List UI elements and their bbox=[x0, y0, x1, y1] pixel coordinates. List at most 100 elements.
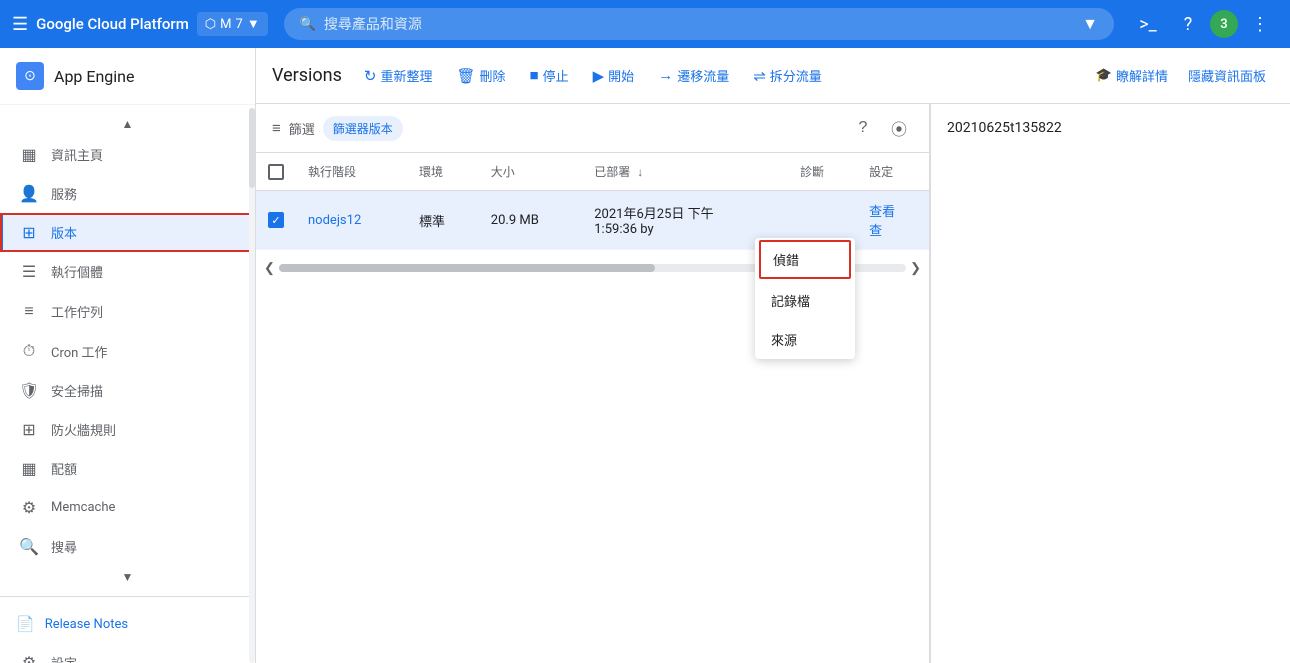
help-button[interactable]: ? bbox=[1170, 6, 1206, 42]
filter-help-icon: ? bbox=[859, 119, 868, 137]
sidebar-item-task-queues[interactable]: ≡ 工作佇列 bbox=[0, 291, 255, 331]
sidebar-item-label: 防火牆規則 bbox=[51, 420, 116, 439]
versions-icon: ⊞ bbox=[19, 223, 39, 242]
filter-help-button[interactable]: ? bbox=[849, 114, 877, 142]
sidebar-item-quotas[interactable]: ▦ 配額 bbox=[0, 449, 255, 488]
horizontal-scrollbar-thumb bbox=[279, 264, 655, 272]
migrate-label: 遷移流量 bbox=[677, 66, 729, 85]
filter-chip-versions[interactable]: 篩選器版本 bbox=[323, 116, 403, 141]
row-checkbox-cell[interactable]: ✓ bbox=[256, 191, 296, 250]
col-deployed[interactable]: 已部署 ↓ bbox=[582, 153, 788, 191]
start-button[interactable]: ▶ 開始 bbox=[583, 60, 645, 91]
row-runtime-link[interactable]: nodejs12 bbox=[308, 213, 361, 228]
refresh-icon: ↻ bbox=[364, 67, 377, 85]
col-size: 大小 bbox=[479, 153, 582, 191]
search-nav-icon: 🔍 bbox=[19, 537, 39, 556]
row-checkbox[interactable]: ✓ bbox=[268, 212, 284, 228]
deployed-time: 1:59:36 by bbox=[594, 222, 776, 237]
dropdown-item-logs[interactable]: 記錄檔 bbox=[755, 281, 855, 320]
hide-panel-link[interactable]: 隱藏資訊面板 bbox=[1180, 60, 1274, 91]
dropdown-item-source[interactable]: 來源 bbox=[755, 320, 855, 359]
sidebar-item-label: Memcache bbox=[51, 500, 115, 515]
dropdown-item-debug[interactable]: 偵錯 bbox=[759, 240, 851, 279]
migrate-button[interactable]: → 遷移流量 bbox=[648, 60, 739, 91]
sidebar-item-label: 安全掃描 bbox=[51, 381, 103, 400]
sidebar-nav: ▲ ▦ 資訊主頁 👤 服務 ⊞ 版本 ☰ 執行個體 ≡ 工作佇列 bbox=[0, 105, 255, 596]
brand-title: Google Cloud Platform bbox=[36, 15, 189, 33]
learn-more-label: 瞭解詳情 bbox=[1116, 66, 1168, 85]
filter-actions: ? ⦿ bbox=[849, 114, 913, 142]
scroll-right-icon[interactable]: ❯ bbox=[910, 261, 921, 276]
stop-button[interactable]: ■ 停止 bbox=[520, 60, 579, 91]
sidebar-item-label: 執行個體 bbox=[51, 262, 103, 281]
search-expand-icon[interactable]: ▼ bbox=[1082, 14, 1098, 34]
col-diagnostics: 診斷 bbox=[788, 153, 857, 191]
sidebar-item-memcache[interactable]: ⚙ Memcache bbox=[0, 488, 255, 527]
sidebar-item-services[interactable]: 👤 服務 bbox=[0, 174, 255, 213]
sidebar-item-settings[interactable]: ⚙ 設定 bbox=[0, 643, 255, 663]
table-section: ≡ 篩選 篩選器版本 ? ⦿ bbox=[256, 104, 930, 663]
select-all-checkbox[interactable] bbox=[268, 164, 284, 180]
task-queues-icon: ≡ bbox=[19, 301, 39, 321]
sidebar: ⊙ App Engine ▲ ▦ 資訊主頁 👤 服務 ⊞ 版本 ☰ 執行個體 bbox=[0, 48, 256, 663]
sidebar-scrollbar[interactable] bbox=[249, 108, 255, 663]
delete-button[interactable]: 🗑 刪除 bbox=[446, 60, 515, 91]
start-icon: ▶ bbox=[593, 67, 605, 85]
more-options-button[interactable]: ⋮ bbox=[1242, 6, 1278, 42]
col-settings: 設定 bbox=[857, 153, 929, 191]
migrate-icon: → bbox=[658, 67, 673, 84]
project-name: M bbox=[220, 17, 231, 32]
sidebar-item-security[interactable]: 🛡 安全掃描 bbox=[0, 371, 255, 410]
search-input[interactable] bbox=[324, 16, 1074, 32]
stop-icon: ■ bbox=[530, 67, 539, 84]
firewall-icon: ⊞ bbox=[19, 420, 39, 439]
split-button[interactable]: ⇌ 拆分流量 bbox=[743, 60, 832, 91]
scroll-left-icon[interactable]: ❮ bbox=[264, 261, 275, 276]
instances-icon: ☰ bbox=[19, 262, 39, 281]
release-notes-link[interactable]: 📄 Release Notes bbox=[0, 605, 255, 643]
release-notes-icon: 📄 bbox=[16, 615, 35, 633]
page-title: Versions bbox=[272, 65, 342, 86]
sidebar-item-label: 搜尋 bbox=[51, 537, 77, 556]
row-env-cell: 標準 bbox=[407, 191, 479, 250]
sidebar-item-label: 設定 bbox=[51, 653, 77, 663]
sidebar-item-instances[interactable]: ☰ 執行個體 bbox=[0, 252, 255, 291]
sidebar-item-search[interactable]: 🔍 搜尋 bbox=[0, 527, 255, 566]
top-navigation: ☰ Google Cloud Platform ⬡ M 7 ▼ 🔍 ▼ >_ ?… bbox=[0, 0, 1290, 48]
sidebar-app-title: App Engine bbox=[54, 67, 135, 86]
row-settings-link2[interactable]: 查 bbox=[869, 224, 882, 239]
project-selector[interactable]: ⬡ M 7 ▼ bbox=[197, 12, 268, 36]
sidebar-item-versions[interactable]: ⊞ 版本 bbox=[0, 213, 255, 252]
nav-icons: >_ ? 3 ⋮ bbox=[1130, 6, 1278, 42]
cron-icon: ⏱ bbox=[19, 341, 39, 361]
dashboard-icon: ▦ bbox=[19, 145, 39, 164]
columns-icon: ⦿ bbox=[891, 116, 907, 140]
select-all-header[interactable] bbox=[256, 153, 296, 191]
main-layout: ⊙ App Engine ▲ ▦ 資訊主頁 👤 服務 ⊞ 版本 ☰ 執行個體 bbox=[0, 48, 1290, 663]
delete-label: 刪除 bbox=[480, 66, 506, 85]
avatar[interactable]: 3 bbox=[1210, 10, 1238, 38]
row-settings-link[interactable]: 查看 bbox=[869, 205, 895, 220]
row-runtime-cell: nodejs12 bbox=[296, 191, 407, 250]
scroll-down-indicator: ▼ bbox=[0, 566, 255, 588]
terminal-button[interactable]: >_ bbox=[1130, 6, 1166, 42]
sidebar-item-dashboard[interactable]: ▦ 資訊主頁 bbox=[0, 135, 255, 174]
menu-icon[interactable]: ☰ bbox=[12, 14, 28, 35]
diagnostics-dropdown: 偵錯 記錄檔 來源 bbox=[755, 238, 855, 359]
col-runtime: 執行階段 bbox=[296, 153, 407, 191]
sidebar-item-cron[interactable]: ⏱ Cron 工作 bbox=[0, 331, 255, 371]
columns-button[interactable]: ⦿ bbox=[885, 114, 913, 142]
sidebar-item-label: 版本 bbox=[51, 223, 77, 242]
sidebar-item-label: 工作佇列 bbox=[51, 302, 103, 321]
project-icon: ⬡ bbox=[205, 17, 216, 32]
release-notes-label: Release Notes bbox=[45, 617, 128, 632]
sidebar-item-firewall[interactable]: ⊞ 防火牆規則 bbox=[0, 410, 255, 449]
search-bar[interactable]: 🔍 ▼ bbox=[284, 8, 1114, 40]
learn-more-icon: 🎓 bbox=[1096, 68, 1112, 83]
filter-chip-label: 篩選器版本 bbox=[333, 120, 393, 137]
refresh-button[interactable]: ↻ 重新整理 bbox=[354, 60, 443, 91]
filter-bar: ≡ 篩選 篩選器版本 ? ⦿ bbox=[256, 104, 929, 153]
sidebar-item-label: 服務 bbox=[51, 184, 77, 203]
learn-more-link[interactable]: 🎓 瞭解詳情 bbox=[1088, 60, 1176, 91]
memcache-icon: ⚙ bbox=[19, 498, 39, 517]
